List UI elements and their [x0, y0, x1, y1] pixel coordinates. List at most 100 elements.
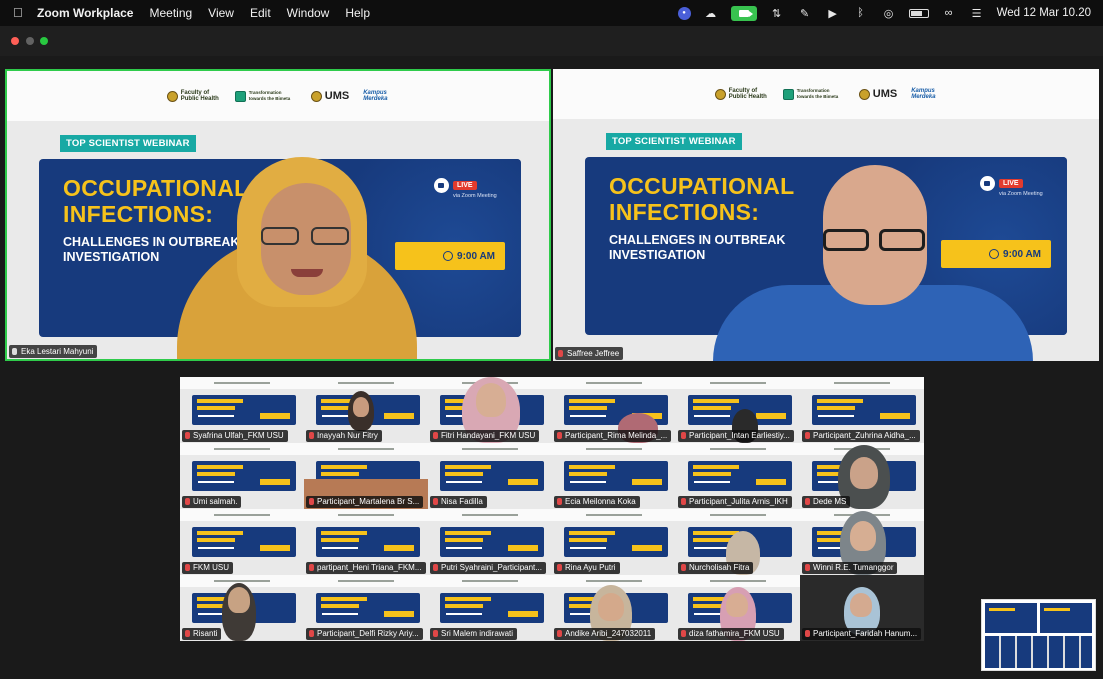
- participant-tile[interactable]: Fitri Handayani_FKM USU: [428, 377, 552, 443]
- participant-tile[interactable]: FKM USU: [180, 509, 304, 575]
- participant-name: partipant_Heni Triana_FKM...: [306, 562, 426, 574]
- ums-logo: UMS: [310, 90, 350, 102]
- speaker-1-name: Eka Lestari Mahyuni: [21, 347, 94, 356]
- control-center-icon[interactable]: ☰: [969, 6, 985, 20]
- participant-tile[interactable]: Nisa Fadilla: [428, 443, 552, 509]
- speaker-2-video: [713, 165, 1033, 361]
- zoom-video-icon[interactable]: [730, 5, 757, 21]
- slide-time: 9:00 AM: [457, 250, 495, 262]
- play-icon[interactable]: ▶: [825, 6, 841, 20]
- mic-icon: [12, 348, 17, 355]
- ums-seal-icon: [858, 88, 870, 100]
- link-icon[interactable]: ∞: [941, 6, 957, 20]
- clock[interactable]: Wed 12 Mar 10.20: [997, 7, 1091, 19]
- participant-tile[interactable]: diza fathamira_FKM USU: [676, 575, 800, 641]
- cloud-icon[interactable]: ☁: [703, 6, 719, 20]
- participant-tile[interactable]: Putri Syahraini_Participant...: [428, 509, 552, 575]
- maximize-window-button[interactable]: [40, 37, 48, 45]
- pen-icon[interactable]: ✎: [797, 6, 813, 20]
- participant-name: Nisa Fadilla: [430, 496, 487, 508]
- bluetooth-icon[interactable]: ᛒ: [853, 6, 869, 20]
- thumbnail-speaker-1: [985, 603, 1037, 633]
- participant-tile[interactable]: Nurcholisah Fitra: [676, 509, 800, 575]
- participant-tile[interactable]: Participant_Delfi Rizky Ariy...: [304, 575, 428, 641]
- menu-help[interactable]: Help: [345, 6, 370, 20]
- speaker-2-name: Saffree Jeffree: [567, 349, 620, 358]
- participant-tile[interactable]: Ecia Meilonna Koka: [552, 443, 676, 509]
- battery-icon[interactable]: [908, 8, 929, 18]
- participant-name: Participant_Intan Earliestiy...: [678, 430, 794, 442]
- speaker-2-name-tag: Saffree Jeffree: [555, 347, 624, 360]
- participant-tile[interactable]: Sri Malem indirawati: [428, 575, 552, 641]
- minimize-window-button[interactable]: [26, 37, 34, 45]
- transformation-logo-text-2: Transformation towards the Bimeta: [796, 88, 839, 99]
- kampus-logo-text: Kampus Merdeka: [363, 90, 388, 102]
- transformation-logo: Transformation towards the Bimeta: [234, 90, 297, 102]
- speaker-tile-2[interactable]: Faculty of Public Health Transformation …: [553, 69, 1099, 361]
- participant-name: Dede MS: [802, 496, 851, 508]
- participant-name: Sri Malem indirawati: [430, 628, 518, 640]
- ums-seal-icon: [310, 90, 322, 102]
- participant-tile[interactable]: Participant_Julita Arnis_IKH: [676, 443, 800, 509]
- participant-tile[interactable]: Participant_Faridah Hanum...: [800, 575, 924, 641]
- participant-name: Nurcholisah Fitra: [678, 562, 754, 574]
- participant-tile[interactable]: Andike Aribi_247032011: [552, 575, 676, 641]
- wifi-hotspot-icon[interactable]: ◎: [881, 6, 897, 20]
- participant-tile[interactable]: Rina Ayu Putri: [552, 509, 676, 575]
- menu-app-name[interactable]: Zoom Workplace: [37, 6, 133, 20]
- faculty-logo-2: Faculty of Public Health: [714, 88, 769, 100]
- participant-tile[interactable]: Participant_Intan Earliestiy...: [676, 377, 800, 443]
- faculty-seal-icon: [714, 88, 726, 100]
- participant-name: Syafrina Ulfah_FKM USU: [182, 430, 288, 442]
- participant-name: Putri Syahraini_Participant...: [430, 562, 546, 574]
- thumbnail-speaker-2: [1040, 603, 1092, 633]
- window-titlebar: [0, 26, 1103, 56]
- live-badge: LIVE: [453, 181, 477, 190]
- apple-icon[interactable]: : [13, 6, 25, 20]
- ums-logo-text-2: UMS: [872, 88, 898, 100]
- ums-logo-text: UMS: [324, 90, 350, 102]
- zoom-camera-icon: [434, 178, 449, 193]
- participant-name: Participant_Delfi Rizky Ariy...: [306, 628, 423, 640]
- thumbnail-speakers: [985, 603, 1092, 633]
- meeting-thumbnail[interactable]: [981, 599, 1096, 671]
- slide-logos: Faculty of Public Health Transformation …: [7, 71, 549, 121]
- faculty-logo: Faculty of Public Health: [166, 90, 221, 102]
- menu-edit[interactable]: Edit: [250, 6, 271, 20]
- participant-tile[interactable]: Participant_Martalena Br S...: [304, 443, 428, 509]
- participant-tile[interactable]: Winni R.E. Tumanggor: [800, 509, 924, 575]
- speaker-1-name-tag: Eka Lestari Mahyuni: [9, 345, 98, 358]
- transformation-mark-icon: [782, 88, 794, 100]
- participant-tile[interactable]: partipant_Heni Triana_FKM...: [304, 509, 428, 575]
- live-indicator: LIVE via Zoom Meeting: [434, 178, 497, 199]
- close-window-button[interactable]: [11, 37, 19, 45]
- speaker-1-video: [177, 157, 417, 359]
- participant-name: Andike Aribi_247032011: [554, 628, 656, 640]
- faculty-logo-text-2: Faculty of Public Health: [728, 88, 767, 100]
- participant-tile[interactable]: Inayyah Nur Fitry: [304, 377, 428, 443]
- participant-tile[interactable]: Dede MS: [800, 443, 924, 509]
- webinar-tag-2: TOP SCIENTIST WEBINAR: [606, 133, 742, 150]
- participant-tile[interactable]: Participant_Rima Melinda_...: [552, 377, 676, 443]
- participant-gallery: Syafrina Ulfah_FKM USU Inayyah Nur Fitry…: [180, 377, 924, 641]
- participant-tile[interactable]: Risanti: [180, 575, 304, 641]
- app-badge-icon[interactable]: ●: [677, 6, 691, 20]
- antenna-icon[interactable]: ⇅: [769, 6, 785, 20]
- participant-name: Umi salmah.: [182, 496, 242, 508]
- participant-name: Participant_Faridah Hanum...: [802, 628, 922, 640]
- menu-window[interactable]: Window: [287, 6, 330, 20]
- faculty-logo-text: Faculty of Public Health: [180, 90, 219, 102]
- kampus-logo-text-2: Kampus Merdeka: [911, 88, 936, 100]
- participant-tile[interactable]: Participant_Zuhrina Aidha_...: [800, 377, 924, 443]
- status-area: ● ☁ ⇅ ✎ ▶ ᛒ ◎ ∞ ☰ Wed 12 Mar 10.20: [677, 0, 1091, 26]
- participant-tile[interactable]: Umi salmah.: [180, 443, 304, 509]
- kampus-logo-2: Kampus Merdeka: [911, 88, 937, 100]
- participant-tile[interactable]: Syafrina Ulfah_FKM USU: [180, 377, 304, 443]
- speaker-tile-1[interactable]: Faculty of Public Health Transformation …: [5, 69, 551, 361]
- live-caption: via Zoom Meeting: [453, 193, 497, 199]
- meeting-stage: Faculty of Public Health Transformation …: [0, 56, 1103, 679]
- menu-view[interactable]: View: [208, 6, 234, 20]
- menu-meeting[interactable]: Meeting: [149, 6, 192, 20]
- participant-name: Risanti: [182, 628, 222, 640]
- transformation-logo-2: Transformation towards the Bimeta: [782, 88, 845, 100]
